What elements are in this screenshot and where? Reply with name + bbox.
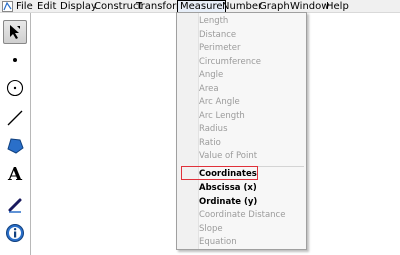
menu-item-circumference[interactable]: Circumference <box>199 56 261 69</box>
toolbox: A <box>0 13 31 255</box>
polygon-icon <box>7 138 24 154</box>
circle-icon <box>6 79 24 97</box>
point-tool[interactable] <box>3 48 27 72</box>
menu-edit[interactable]: Edit <box>35 0 58 13</box>
menu-item-abscissa[interactable]: Abscissa (x) <box>199 182 257 195</box>
information-tool[interactable] <box>3 221 27 245</box>
arrow-select-tool[interactable] <box>3 20 27 44</box>
point-icon <box>13 58 17 62</box>
menu-item-distance[interactable]: Distance <box>199 29 236 42</box>
menu-item-coordinate-distance[interactable]: Coordinate Distance <box>199 209 285 222</box>
menu-gutter <box>177 13 199 249</box>
menu-item-arc-length[interactable]: Arc Length <box>199 110 245 123</box>
menu-item-arc-angle[interactable]: Arc Angle <box>199 96 240 109</box>
info-icon <box>6 224 24 242</box>
menu-item-slope[interactable]: Slope <box>199 223 223 236</box>
menu-file[interactable]: File <box>14 0 35 13</box>
text-tool[interactable]: A <box>3 163 27 187</box>
polygon-tool[interactable] <box>3 134 27 158</box>
compass-tool[interactable] <box>3 76 27 100</box>
pen-marker-icon <box>8 198 22 213</box>
menu-item-value-of-point[interactable]: Value of Point <box>199 150 257 163</box>
line-segment-icon <box>7 110 23 126</box>
menu-item-perimeter[interactable]: Perimeter <box>199 42 240 55</box>
coordinates-highlight-box <box>181 166 258 180</box>
straightedge-tool[interactable] <box>3 106 27 130</box>
arrow-cursor-icon <box>10 25 20 39</box>
marker-tool[interactable] <box>3 193 27 217</box>
menu-item-length[interactable]: Length <box>199 15 228 28</box>
menu-item-ratio[interactable]: Ratio <box>199 137 221 150</box>
menu-item-angle[interactable]: Angle <box>199 69 223 82</box>
app-icon <box>2 1 13 12</box>
menu-item-area[interactable]: Area <box>199 83 219 96</box>
text-a-icon: A <box>8 164 22 185</box>
menu-help[interactable]: Help <box>324 0 351 13</box>
measure-menu: Length Distance Perimeter Circumference … <box>176 12 307 250</box>
menu-item-ordinate[interactable]: Ordinate (y) <box>199 196 257 209</box>
menu-item-radius[interactable]: Radius <box>199 123 228 136</box>
menu-item-equation[interactable]: Equation <box>199 236 237 249</box>
